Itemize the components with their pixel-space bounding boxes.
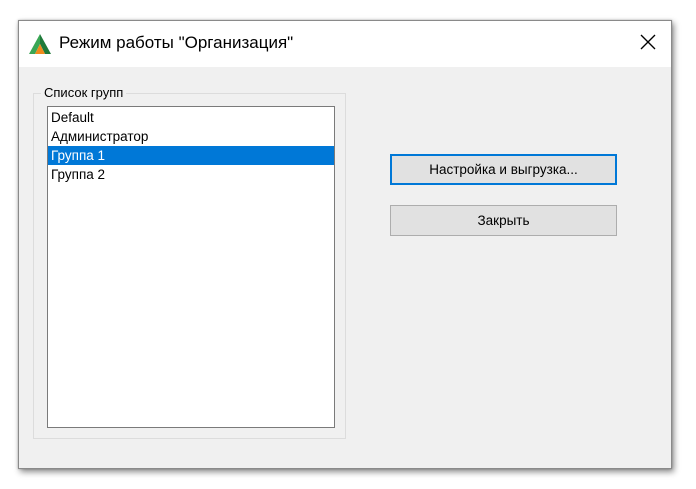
- groups-groupbox-label: Список групп: [41, 85, 127, 100]
- app-logo-icon: [29, 34, 51, 54]
- dialog-window: Режим работы "Организация" Список групп …: [18, 20, 672, 469]
- window-title: Режим работы "Организация": [59, 33, 294, 52]
- title-bar[interactable]: Режим работы "Организация": [19, 21, 671, 67]
- list-item[interactable]: Администратор: [48, 127, 334, 146]
- close-icon: [640, 34, 656, 55]
- groups-listbox[interactable]: Default Администратор Группа 1 Группа 2: [47, 106, 335, 428]
- list-item-selected[interactable]: Группа 1: [48, 146, 334, 165]
- close-button[interactable]: Закрыть: [390, 205, 617, 236]
- configure-export-button[interactable]: Настройка и выгрузка...: [390, 154, 617, 185]
- list-item[interactable]: Группа 2: [48, 165, 334, 184]
- close-window-button[interactable]: [631, 27, 665, 61]
- list-item[interactable]: Default: [48, 108, 334, 127]
